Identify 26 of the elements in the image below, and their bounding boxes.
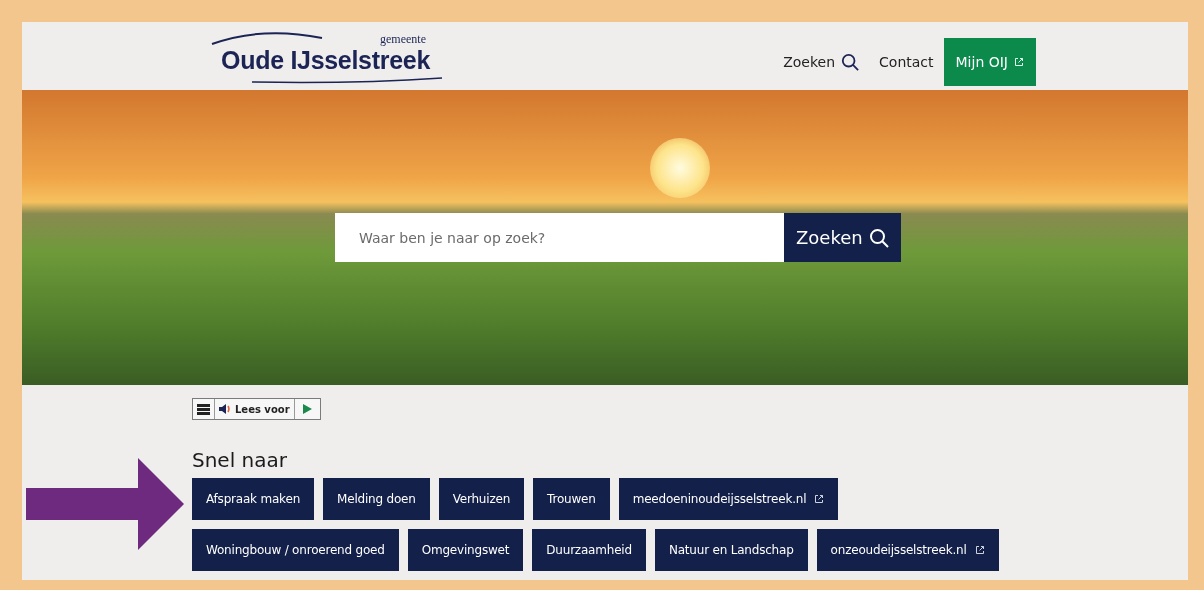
external-link-icon bbox=[814, 494, 825, 504]
external-link-icon bbox=[974, 545, 985, 555]
quick-link-button[interactable]: onzeoudeijsselstreek.nl bbox=[816, 529, 999, 571]
quick-link-button[interactable]: meedoeninoudeijsselstreek.nl bbox=[618, 478, 839, 520]
quick-link-button[interactable]: Verhuizen bbox=[438, 478, 525, 520]
quick-link-button[interactable]: Woningbouw / onroerend goed bbox=[192, 529, 399, 571]
quick-link-button[interactable]: Trouwen bbox=[533, 478, 610, 520]
sun-drawing bbox=[650, 138, 710, 198]
account-link[interactable]: Mijn OIJ bbox=[943, 38, 1036, 86]
logo-name[interactable]: Oude IJsselstreek bbox=[221, 46, 430, 73]
quick-link-button[interactable]: Melding doen bbox=[323, 478, 430, 520]
section-heading: Snel naar bbox=[192, 448, 288, 472]
search-button[interactable]: Zoeken bbox=[784, 213, 901, 262]
quick-link-button[interactable]: Duurzaamheid bbox=[532, 529, 646, 571]
search-link[interactable]: Zoeken bbox=[773, 38, 870, 86]
quick-link-button[interactable]: Natuur en Landschap bbox=[654, 529, 808, 571]
quick-link-button[interactable]: Afspraak maken bbox=[192, 478, 315, 520]
logo-subtitle: gemeente bbox=[380, 31, 426, 47]
search-field[interactable]: Waar ben je naar op zoek? bbox=[335, 213, 784, 262]
nav-link[interactable]: Contact bbox=[869, 38, 944, 86]
speaker-icon bbox=[219, 404, 231, 414]
quick-link-button[interactable]: Omgevingswet bbox=[407, 529, 524, 571]
read-aloud-button[interactable]: Lees voor bbox=[215, 399, 295, 419]
search-icon bbox=[841, 53, 860, 71]
external-link-icon bbox=[1014, 57, 1024, 67]
search-icon bbox=[868, 227, 889, 248]
